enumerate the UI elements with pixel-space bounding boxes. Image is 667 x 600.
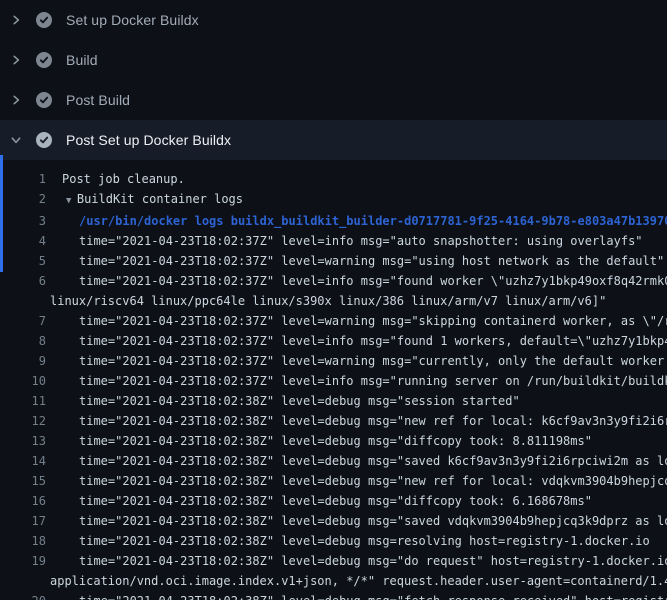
log-line-text: time="2021-04-23T18:02:38Z" level=debug …	[79, 591, 667, 600]
collapse-group-icon[interactable]: ▼	[66, 196, 77, 206]
log-line-number[interactable]: 6	[0, 271, 46, 291]
log-line-number[interactable]: 18	[0, 531, 46, 551]
log-line-text: time="2021-04-23T18:02:38Z" level=debug …	[79, 411, 667, 431]
step-header-build[interactable]: Build	[0, 40, 667, 80]
log-line-text: linux/riscv64 linux/ppc64le linux/s390x …	[50, 291, 606, 311]
log-command-text: /usr/bin/docker logs buildx_buildkit_bui…	[79, 211, 667, 231]
step-header-post-build[interactable]: Post Build	[0, 80, 667, 120]
log-line-number[interactable]: 13	[0, 431, 46, 451]
log-line-number[interactable]: 8	[0, 331, 46, 351]
log-rows: 1 Post job cleanup. 2 ▼ BuildKit contain…	[0, 169, 667, 600]
log-line: 15 time="2021-04-23T18:02:38Z" level=deb…	[0, 471, 667, 491]
log-line-number[interactable]: 20	[0, 591, 46, 600]
log-line: 16 time="2021-04-23T18:02:38Z" level=deb…	[0, 491, 667, 511]
log-line-number[interactable]: 9	[0, 351, 46, 371]
actions-log-viewer: Set up Docker Buildx Build Post Build	[0, 0, 667, 600]
chevron-right-icon	[9, 93, 23, 107]
log-line-text: time="2021-04-23T18:02:37Z" level=warnin…	[79, 251, 664, 271]
log-group-label: BuildKit container logs	[77, 192, 243, 206]
log-line: 4 time="2021-04-23T18:02:37Z" level=info…	[0, 231, 667, 251]
log-line-text: time="2021-04-23T18:02:38Z" level=debug …	[79, 391, 520, 411]
log-line: linux/riscv64 linux/ppc64le linux/s390x …	[0, 291, 667, 311]
chevron-right-icon	[9, 13, 23, 27]
log-line-text: time="2021-04-23T18:02:38Z" level=debug …	[79, 431, 592, 451]
log-line: 5 time="2021-04-23T18:02:37Z" level=warn…	[0, 251, 667, 271]
log-line: 12 time="2021-04-23T18:02:38Z" level=deb…	[0, 411, 667, 431]
step-header-post-set-up-docker-buildx[interactable]: Post Set up Docker Buildx	[0, 120, 667, 160]
log-line-number[interactable]: 1	[0, 169, 46, 189]
log-line-text: time="2021-04-23T18:02:38Z" level=debug …	[79, 491, 592, 511]
log-line: 9 time="2021-04-23T18:02:37Z" level=warn…	[0, 351, 667, 371]
log-line-text: time="2021-04-23T18:02:37Z" level=info m…	[79, 231, 643, 251]
log-line: 6 time="2021-04-23T18:02:37Z" level=info…	[0, 271, 667, 291]
check-circle-icon	[36, 92, 52, 108]
log-line-number[interactable]: 2	[0, 189, 46, 211]
log-line-number[interactable]	[0, 571, 46, 591]
log-line-number[interactable]: 5	[0, 251, 46, 271]
log-line: 18 time="2021-04-23T18:02:38Z" level=deb…	[0, 531, 667, 551]
step-title: Post Build	[66, 92, 130, 108]
log-line-text: time="2021-04-23T18:02:38Z" level=debug …	[79, 511, 667, 531]
active-step-focus-border	[0, 155, 3, 272]
log-line-text: Post job cleanup.	[62, 169, 185, 189]
log-line: 3 /usr/bin/docker logs buildx_buildkit_b…	[0, 211, 667, 231]
log-line-text: time="2021-04-23T18:02:37Z" level=info m…	[79, 271, 667, 291]
log-line-number[interactable]: 19	[0, 551, 46, 571]
log-line-text: time="2021-04-23T18:02:37Z" level=info m…	[79, 371, 667, 391]
step-title: Set up Docker Buildx	[66, 12, 199, 28]
step-title: Post Set up Docker Buildx	[66, 132, 231, 148]
log-line-number[interactable]: 16	[0, 491, 46, 511]
log-line: 7 time="2021-04-23T18:02:37Z" level=warn…	[0, 311, 667, 331]
log-line-number[interactable]: 15	[0, 471, 46, 491]
step-title: Build	[66, 52, 98, 68]
log-line: 13 time="2021-04-23T18:02:38Z" level=deb…	[0, 431, 667, 451]
log-line-text: time="2021-04-23T18:02:38Z" level=debug …	[79, 471, 667, 491]
log-line-number[interactable]: 11	[0, 391, 46, 411]
log-line: 20 time="2021-04-23T18:02:38Z" level=deb…	[0, 591, 667, 600]
log-line-number[interactable]: 7	[0, 311, 46, 331]
log-line-text: time="2021-04-23T18:02:37Z" level=info m…	[79, 331, 667, 351]
log-line-number[interactable]: 12	[0, 411, 46, 431]
log-line-text: time="2021-04-23T18:02:38Z" level=debug …	[79, 551, 667, 571]
log-line: 11 time="2021-04-23T18:02:38Z" level=deb…	[0, 391, 667, 411]
log-line-text: time="2021-04-23T18:02:38Z" level=debug …	[79, 531, 650, 551]
chevron-right-icon	[9, 53, 23, 67]
log-line: 10 time="2021-04-23T18:02:37Z" level=inf…	[0, 371, 667, 391]
check-circle-icon	[36, 52, 52, 68]
log-line: 17 time="2021-04-23T18:02:38Z" level=deb…	[0, 511, 667, 531]
log-line-number[interactable]	[0, 291, 46, 311]
log-output: 1 Post job cleanup. 2 ▼ BuildKit contain…	[0, 160, 667, 600]
log-line-text: ▼ BuildKit container logs	[66, 189, 243, 211]
log-line-number[interactable]: 14	[0, 451, 46, 471]
log-line-number[interactable]: 3	[0, 211, 46, 231]
check-circle-icon	[36, 12, 52, 28]
log-line: 2 ▼ BuildKit container logs	[0, 189, 667, 211]
log-line-number[interactable]: 10	[0, 371, 46, 391]
log-line-text: application/vnd.oci.image.index.v1+json,…	[50, 571, 667, 591]
step-header-set-up-docker-buildx[interactable]: Set up Docker Buildx	[0, 0, 667, 40]
check-circle-icon	[36, 132, 52, 148]
log-line-number[interactable]: 17	[0, 511, 46, 531]
log-line: 14 time="2021-04-23T18:02:38Z" level=deb…	[0, 451, 667, 471]
log-line: application/vnd.oci.image.index.v1+json,…	[0, 571, 667, 591]
log-line: 8 time="2021-04-23T18:02:37Z" level=info…	[0, 331, 667, 351]
log-line-text: time="2021-04-23T18:02:37Z" level=warnin…	[79, 311, 667, 331]
log-line-number[interactable]: 4	[0, 231, 46, 251]
log-line: 1 Post job cleanup.	[0, 169, 667, 189]
chevron-down-icon	[9, 133, 23, 147]
step-list: Set up Docker Buildx Build Post Build	[0, 0, 667, 160]
log-line-text: time="2021-04-23T18:02:38Z" level=debug …	[79, 451, 667, 471]
log-line-text: time="2021-04-23T18:02:37Z" level=warnin…	[79, 351, 667, 371]
log-line: 19 time="2021-04-23T18:02:38Z" level=deb…	[0, 551, 667, 571]
